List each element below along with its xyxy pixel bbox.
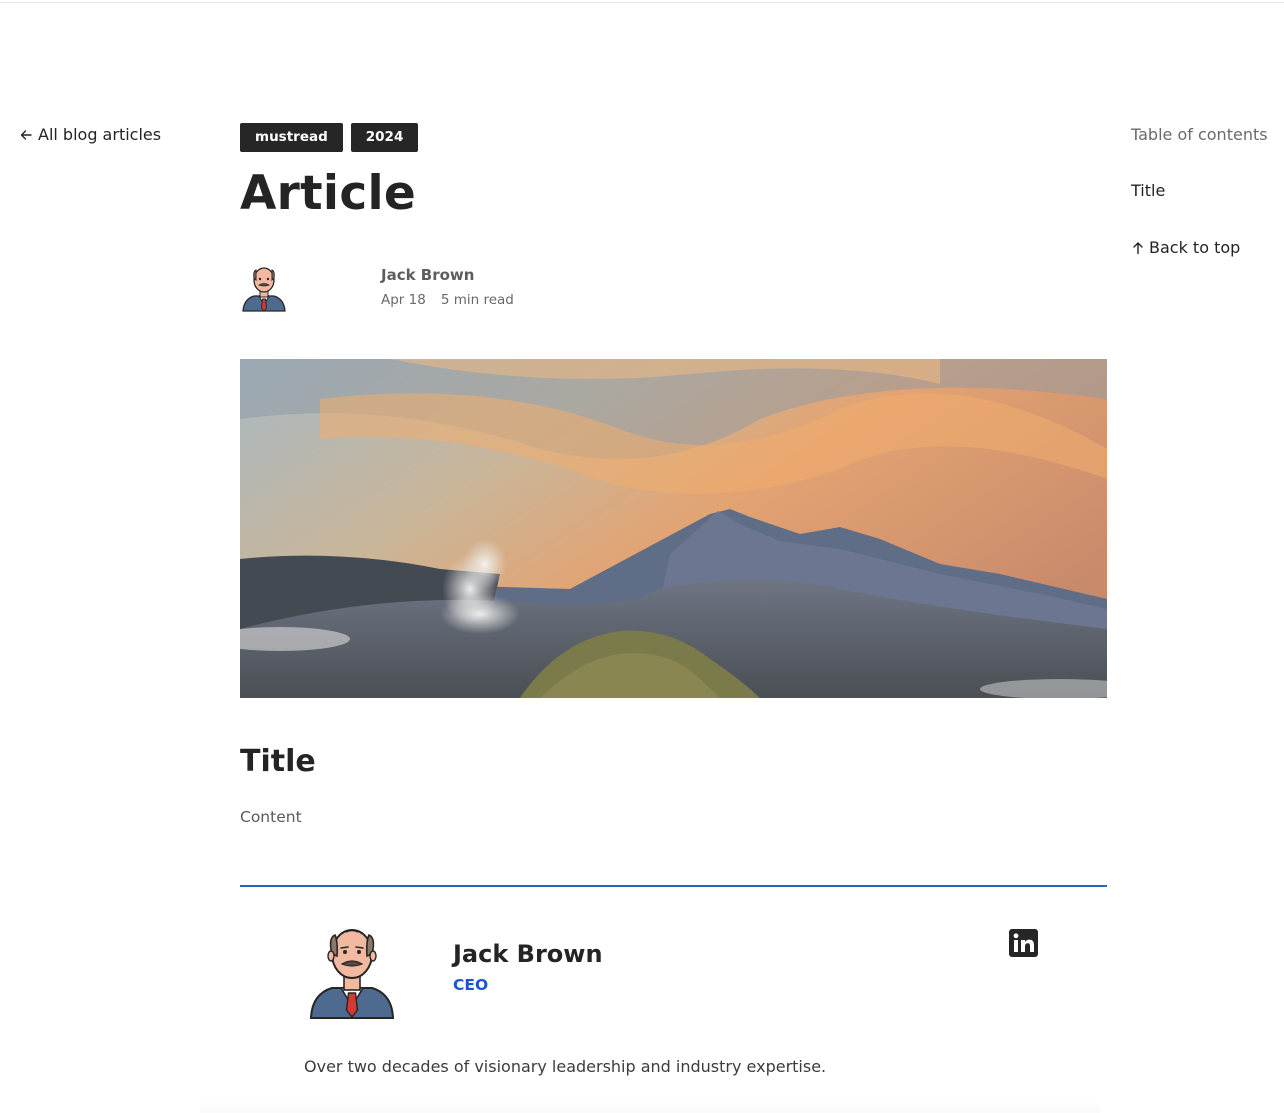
toc-item-title[interactable]: Title bbox=[1131, 181, 1165, 200]
article-meta: Apr 18 5 min read bbox=[381, 292, 514, 308]
hero-image bbox=[240, 359, 1107, 698]
author-card-avatar bbox=[308, 918, 396, 1021]
content-divider bbox=[240, 885, 1107, 887]
arrow-left-icon bbox=[20, 129, 32, 140]
back-to-articles-link[interactable]: All blog articles bbox=[19, 125, 161, 144]
author-bio: Over two decades of visionary leadership… bbox=[304, 1057, 827, 1076]
back-link-label: All blog articles bbox=[38, 125, 162, 144]
tag-mustread[interactable]: mustread bbox=[240, 123, 343, 152]
publish-date: Apr 18 bbox=[381, 292, 426, 308]
author-card-name: Jack Brown bbox=[453, 940, 603, 968]
linkedin-icon[interactable] bbox=[1009, 929, 1038, 957]
tag-list: mustread 2024 bbox=[240, 123, 419, 152]
back-to-top-label: Back to top bbox=[1149, 238, 1241, 257]
top-border bbox=[0, 2, 1284, 3]
tag-2024[interactable]: 2024 bbox=[350, 123, 419, 152]
arrow-up-icon bbox=[1133, 241, 1143, 254]
article-title: Article bbox=[240, 166, 417, 221]
section-title: Title bbox=[240, 744, 316, 779]
back-to-top-link[interactable]: Back to top bbox=[1131, 238, 1240, 257]
read-time: 5 min read bbox=[440, 292, 514, 308]
article-content: Content bbox=[240, 808, 302, 826]
author-avatar bbox=[240, 261, 288, 313]
bottom-shade bbox=[200, 1100, 1100, 1113]
author-card-role: CEO bbox=[453, 976, 489, 994]
toc-heading: Table of contents bbox=[1131, 125, 1268, 144]
author-name[interactable]: Jack Brown bbox=[381, 266, 474, 284]
